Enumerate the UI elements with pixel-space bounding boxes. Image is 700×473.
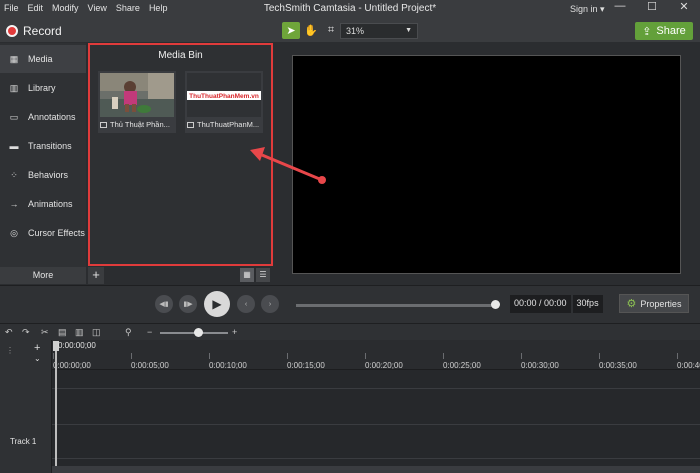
- ruler-tick-label: 0:00:40: [677, 361, 700, 370]
- ruler-tick: [53, 353, 54, 359]
- gear-icon: ⚙: [626, 298, 637, 310]
- timeline-zoom-knob[interactable]: [194, 328, 203, 337]
- ruler-tick: [209, 353, 210, 359]
- ruler-tick-label: 0:00:25;00: [443, 361, 481, 370]
- ruler-tick: [443, 353, 444, 359]
- track-divider: [52, 458, 700, 459]
- ruler-tick-label: 0:00:00;00: [53, 361, 91, 370]
- cut-icon[interactable]: ✂: [41, 327, 49, 338]
- ruler-tick: [131, 353, 132, 359]
- copy-icon[interactable]: ▤: [58, 327, 67, 338]
- ruler-tick-label: 0:00:05;00: [131, 361, 169, 370]
- step-back-icon[interactable]: ◀▮: [155, 295, 173, 313]
- playhead-time: 0:00:00;00: [58, 341, 96, 350]
- add-track-icon[interactable]: +: [34, 342, 40, 354]
- properties-label: Properties: [640, 298, 682, 309]
- timeline-scrollbar[interactable]: [52, 466, 700, 473]
- track-divider: [52, 424, 700, 425]
- play-button-icon[interactable]: ▶: [204, 291, 230, 317]
- ruler-tick: [365, 353, 366, 359]
- ruler-tick: [677, 353, 678, 359]
- chevron-down-icon[interactable]: ⌄: [34, 354, 41, 363]
- step-forward-icon[interactable]: ▮▶: [179, 295, 197, 313]
- previous-marker-icon[interactable]: ‹: [237, 295, 255, 313]
- track-divider: [52, 388, 700, 389]
- ruler-tick-label: 0:00:15;00: [287, 361, 325, 370]
- track-headers: + ⌄ ⋮ Track 1: [0, 340, 52, 473]
- timeline-toolbar: ↶ ↷ ✂ ▤ ▥ ◫ ⚲ − +: [0, 323, 700, 340]
- ruler-tick-label: 0:00:10;00: [209, 361, 247, 370]
- ruler-tick: [599, 353, 600, 359]
- properties-button[interactable]: ⚙ Properties: [619, 294, 689, 313]
- ruler-tick-label: 0:00:30;00: [521, 361, 559, 370]
- ruler-tick-label: 0:00:35;00: [599, 361, 637, 370]
- ruler-tick: [521, 353, 522, 359]
- track-label: Track 1: [10, 437, 37, 446]
- track-handle-icon[interactable]: ⋮: [6, 346, 14, 355]
- magnifier-icon: ⚲: [125, 327, 132, 337]
- next-marker-icon[interactable]: ›: [261, 295, 279, 313]
- scrubber-knob[interactable]: [491, 300, 500, 309]
- redo-icon[interactable]: ↷: [22, 327, 30, 338]
- timeline: + ⌄ ⋮ Track 1 0:00:00;00 0:00:05;00 0:00:1…: [0, 340, 700, 473]
- playback-scrubber[interactable]: [296, 304, 496, 307]
- split-icon[interactable]: ◫: [92, 327, 101, 338]
- playhead-line[interactable]: [55, 350, 57, 473]
- undo-icon[interactable]: ↶: [5, 327, 13, 338]
- time-display: 00:00 / 00:00 30fps: [510, 295, 603, 313]
- player-controls: ◀▮ ▮▶ ▶ ‹ › 00:00 / 00:00 30fps ⚙ Proper…: [0, 285, 700, 323]
- zoom-in-icon[interactable]: +: [232, 327, 237, 337]
- zoom-out-icon[interactable]: −: [147, 327, 152, 337]
- time-readout: 00:00 / 00:00: [510, 295, 571, 313]
- ruler-tick-label: 0:00:20;00: [365, 361, 403, 370]
- ruler-tick: [287, 353, 288, 359]
- fps-readout: 30fps: [572, 295, 603, 313]
- paste-icon[interactable]: ▥: [75, 327, 84, 338]
